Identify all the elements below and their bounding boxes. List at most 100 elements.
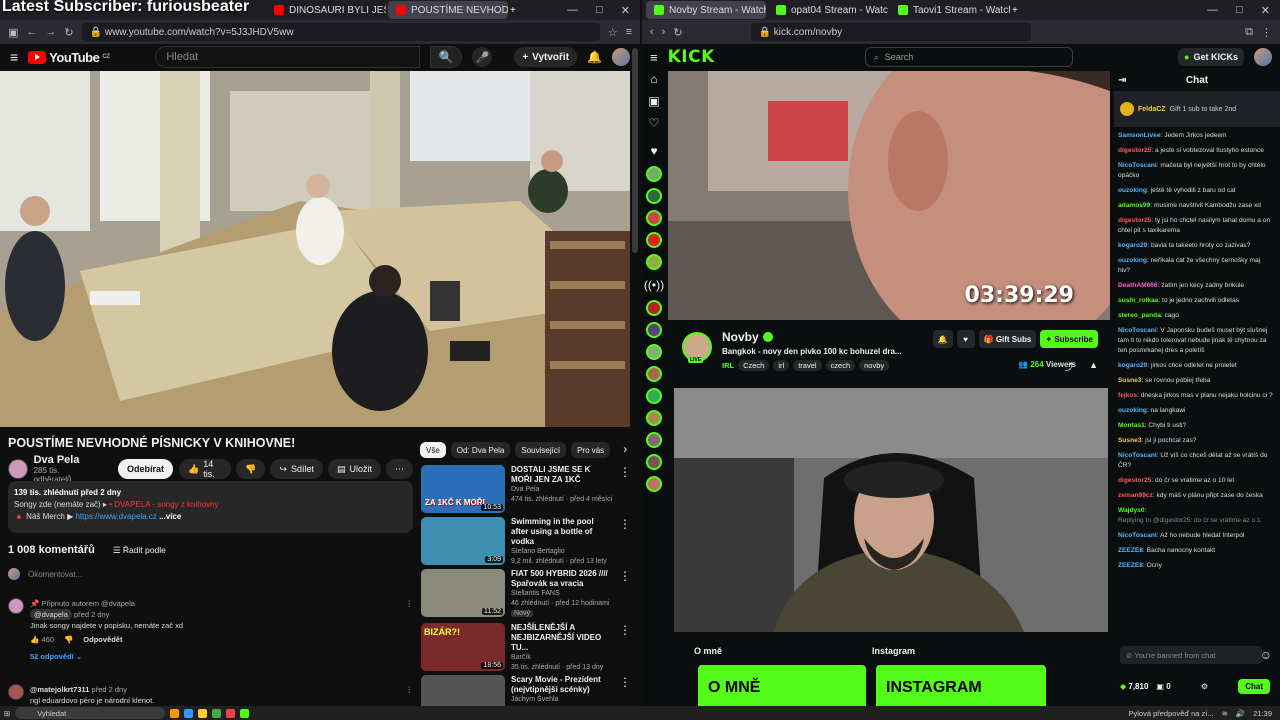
- tag[interactable]: irl: [773, 360, 790, 371]
- chat-username[interactable]: Susne3: [1118, 377, 1141, 384]
- chat-settings-icon[interactable]: ⚙: [1201, 682, 1208, 691]
- browse-icon[interactable]: ▣: [642, 94, 666, 108]
- chat-username[interactable]: ZEEZE8: [1118, 562, 1143, 569]
- tag[interactable]: novby: [859, 360, 890, 371]
- youtube-logo[interactable]: YouTube CZ: [28, 50, 110, 65]
- chat-username[interactable]: fejkos: [1118, 392, 1137, 399]
- merch-link[interactable]: https://www.dvapela.cz: [75, 512, 156, 521]
- rec-menu-icon[interactable]: ⋮: [619, 517, 631, 567]
- recommended-channel-avatar[interactable]: [646, 322, 662, 338]
- forward-icon[interactable]: ›: [662, 26, 666, 38]
- chat-username[interactable]: sushi_rolkaa: [1118, 297, 1158, 304]
- comment-author[interactable]: @matejolkrt7311: [30, 685, 89, 694]
- reload-icon[interactable]: ↻: [673, 26, 682, 39]
- following-icon[interactable]: ♡: [642, 116, 666, 130]
- recommendation-item[interactable]: ZA 1KČ K MOŘI 10:53 DOSTALI JSME SE K MOŘ…: [421, 465, 631, 513]
- followed-channel-avatar[interactable]: [646, 188, 662, 204]
- recommended-channel-avatar[interactable]: [646, 300, 662, 316]
- comment-menu-icon[interactable]: ⋮: [406, 684, 414, 706]
- youtube-scrollbar[interactable]: [632, 48, 638, 253]
- app-icon[interactable]: [170, 708, 180, 718]
- new-tab-button[interactable]: +: [510, 5, 516, 16]
- tab-poustime[interactable]: POUSTÍME NEVHODNÉ PÍ...: [388, 1, 508, 19]
- playlist-link[interactable]: • DVAPELA · songy z knihovny: [109, 500, 218, 509]
- about-panel-image[interactable]: O MNĚ: [698, 665, 866, 706]
- maximize-icon[interactable]: □: [596, 4, 603, 17]
- dislike-button[interactable]: 👎: [236, 459, 266, 479]
- video-thumbnail[interactable]: 11:52: [421, 569, 505, 617]
- filter-all[interactable]: Vše: [420, 442, 446, 458]
- clock[interactable]: 21:39: [1253, 709, 1272, 718]
- chat-username[interactable]: NicoToscani: [1118, 452, 1157, 459]
- recommended-channel-avatar[interactable]: [646, 388, 662, 404]
- sidebar-icon[interactable]: ▣: [8, 26, 18, 39]
- recommended-channel-avatar[interactable]: [646, 410, 662, 426]
- hamburger-menu-icon[interactable]: ≡: [10, 49, 18, 65]
- search-input[interactable]: ⌕ Search: [864, 47, 1073, 67]
- video-thumbnail[interactable]: 3:09: [421, 517, 505, 565]
- recommended-channel-avatar[interactable]: [646, 432, 662, 448]
- chat-username[interactable]: adamos99: [1118, 202, 1150, 209]
- voice-search-button[interactable]: 🎤: [472, 47, 493, 67]
- reply-button[interactable]: Odpovědět: [83, 634, 122, 645]
- account-avatar[interactable]: [612, 48, 630, 66]
- chat-username[interactable]: ZEEZE8: [1118, 547, 1143, 554]
- comment-menu-icon[interactable]: ⋮: [406, 598, 414, 662]
- channel-name[interactable]: Dva Pela: [34, 454, 98, 466]
- back-icon[interactable]: ‹: [650, 26, 654, 38]
- hamburger-menu-icon[interactable]: ≡: [650, 50, 658, 65]
- tab-dinosauri[interactable]: DINOSAURI BYLI JEŠTĚ HORŠÍ ...: [266, 1, 386, 19]
- chat-username[interactable]: ouzoking: [1118, 257, 1147, 264]
- followed-channel-avatar[interactable]: [646, 210, 662, 226]
- weather-widget[interactable]: Pylová předpověď na zí...: [1129, 709, 1214, 718]
- search-input[interactable]: Hledat: [155, 46, 421, 68]
- folder-icon[interactable]: [198, 708, 208, 718]
- comment-like-button[interactable]: 👍 460: [30, 634, 54, 645]
- like-button[interactable]: 👍 14 tis.: [179, 459, 232, 479]
- minimize-icon[interactable]: —: [567, 4, 578, 17]
- pinned-gift-banner[interactable]: FeldaCZ Gift 1 sub to take 2nd: [1114, 91, 1280, 127]
- close-icon[interactable]: ✕: [1261, 4, 1270, 17]
- filter-for-you[interactable]: Pro vás: [571, 442, 611, 458]
- maximize-icon[interactable]: □: [1236, 4, 1243, 17]
- recommendation-item[interactable]: 3:09 Swimming in the pool after using a …: [421, 517, 631, 567]
- comment-avatar[interactable]: [8, 684, 24, 700]
- menu-icon[interactable]: ⋮: [1261, 26, 1272, 39]
- share-icon[interactable]: ⤴: [1065, 360, 1074, 373]
- create-button[interactable]: + Vytvořit: [514, 47, 578, 67]
- kick-logo[interactable]: KICK: [668, 47, 715, 67]
- followed-channel-avatar[interactable]: [646, 166, 662, 182]
- start-icon[interactable]: ⊞: [4, 709, 10, 718]
- app-icon[interactable]: [240, 708, 250, 718]
- send-chat-button[interactable]: Chat: [1238, 679, 1270, 694]
- gift-subs-button[interactable]: 🎁 Gift Subs: [978, 330, 1037, 348]
- chat-username[interactable]: zeman99cz: [1118, 492, 1153, 499]
- tab-taovi1[interactable]: Taovi1 Stream - Watch Live on Kick: [890, 1, 1010, 19]
- filter-related[interactable]: Související: [515, 442, 567, 458]
- followed-channel-avatar[interactable]: [646, 232, 662, 248]
- chat-username[interactable]: kogaro29: [1118, 362, 1147, 369]
- tab-novby[interactable]: Novby Stream - Watch Live on K: [646, 1, 766, 19]
- minimize-icon[interactable]: —: [1207, 4, 1218, 17]
- bookmark-icon[interactable]: ☆: [608, 26, 618, 39]
- more-actions-button[interactable]: ⋯: [386, 459, 413, 479]
- recommended-channel-avatar[interactable]: [646, 476, 662, 492]
- follow-heart-button[interactable]: ♥: [956, 330, 975, 348]
- video-description[interactable]: 139 tis. zhlédnutí před 2 dny Songy zde …: [8, 481, 413, 533]
- tag[interactable]: czech: [825, 360, 856, 371]
- chat-username[interactable]: ouzoking: [1118, 407, 1147, 414]
- report-icon[interactable]: ▲: [1089, 360, 1098, 370]
- kicks-balance[interactable]: ▣ 0: [1156, 682, 1170, 691]
- tag[interactable]: Czech: [738, 360, 770, 371]
- favorites-heart-icon[interactable]: ♥: [642, 144, 666, 158]
- chevron-right-icon[interactable]: ›: [623, 442, 627, 458]
- back-icon[interactable]: ←: [26, 26, 37, 38]
- replies-toggle[interactable]: 52 odpovědí ⌄: [30, 651, 400, 662]
- subscribe-button[interactable]: ✦ Subscribe: [1040, 330, 1098, 348]
- search-button[interactable]: 🔍: [430, 46, 463, 68]
- app-icon[interactable]: [184, 708, 194, 718]
- volume-icon[interactable]: 🔊: [1236, 709, 1245, 718]
- video-thumbnail[interactable]: BIZÁR?! 18:56: [421, 623, 505, 671]
- collapse-chat-icon[interactable]: ⇥: [1118, 71, 1126, 91]
- streamer-name[interactable]: Novby: [722, 330, 773, 344]
